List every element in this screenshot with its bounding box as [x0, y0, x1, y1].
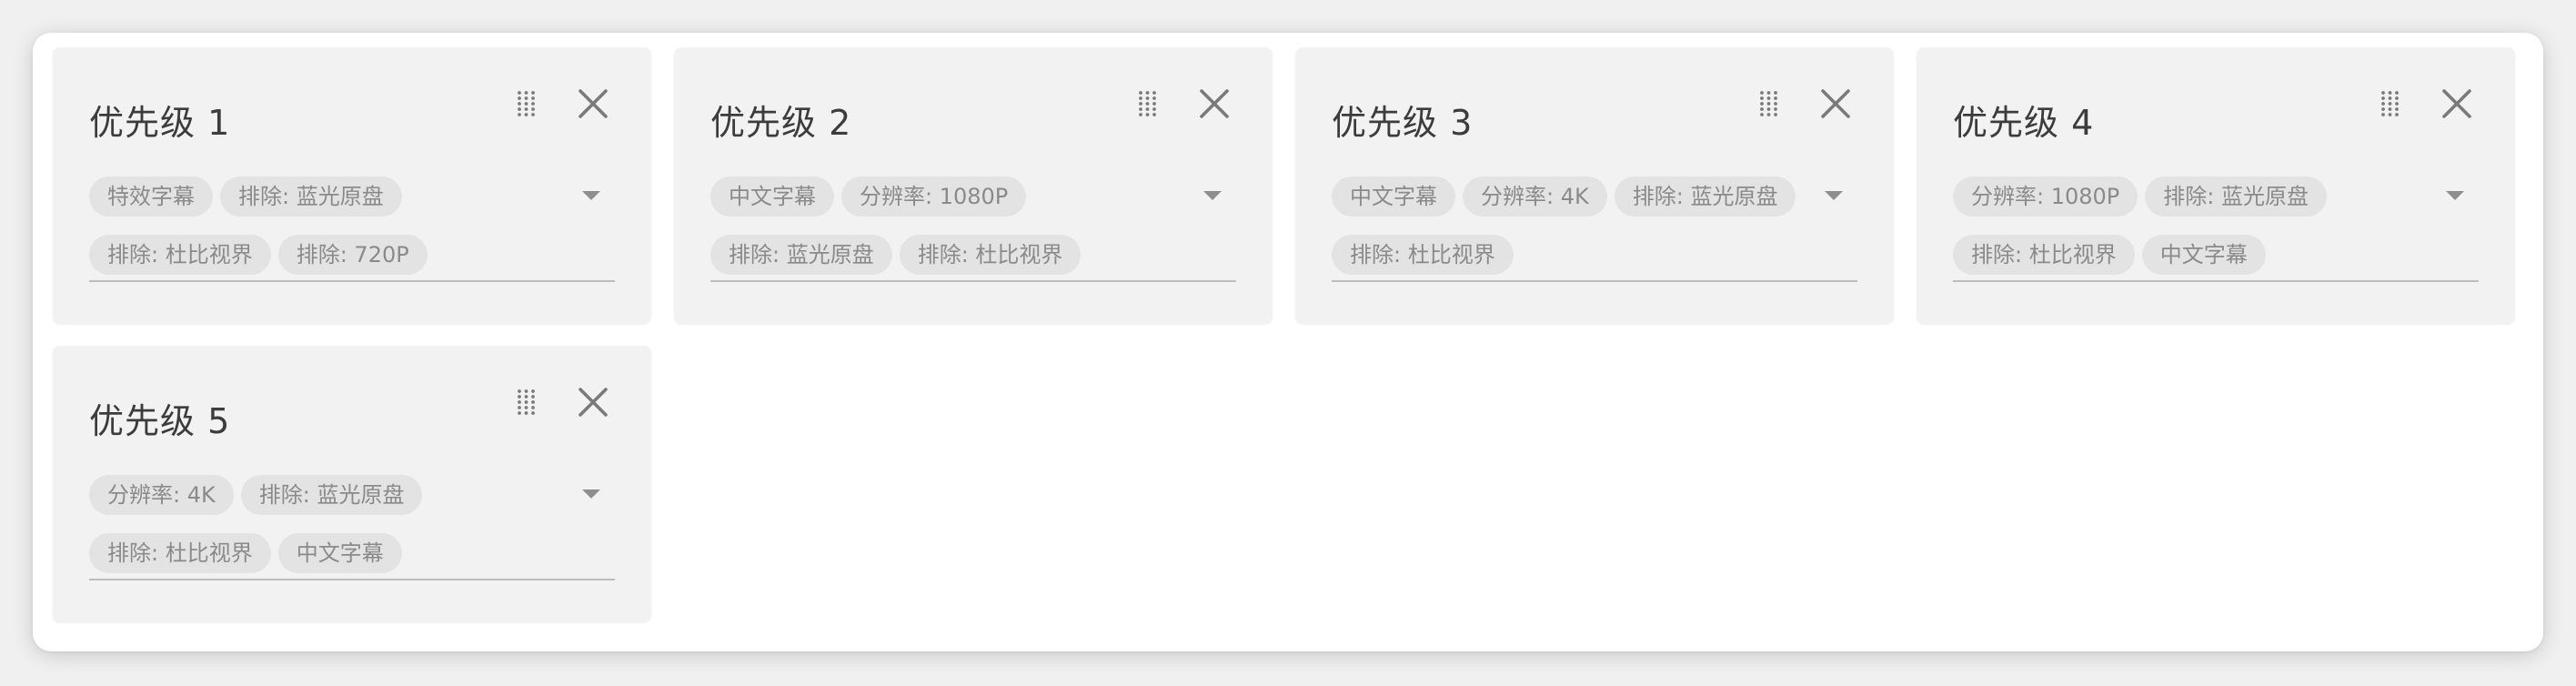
- tag-chip[interactable]: 分辨率: 4K: [89, 475, 234, 515]
- close-icon[interactable]: [1198, 87, 1231, 120]
- priority-card-4: 优先级 4 分辨率: 1080P 排除: 蓝光原盘 排除: 杜比视界 中文字幕: [1917, 47, 2515, 324]
- tag-chip[interactable]: 特效字幕: [89, 177, 213, 217]
- rule-select[interactable]: 中文字幕 分辨率: 1080P 排除: 蓝光原盘 排除: 杜比视界: [710, 177, 1236, 282]
- drag-handle-icon[interactable]: [516, 388, 538, 416]
- dropdown-arrow-icon[interactable]: [582, 489, 600, 499]
- dropdown-arrow-icon[interactable]: [1825, 191, 1843, 200]
- tag-chip[interactable]: 排除: 杜比视界: [1332, 235, 1514, 275]
- priority-card-3: 优先级 3 中文字幕 分辨率: 4K 排除: 蓝光原盘 排除: 杜比视界: [1295, 47, 1894, 324]
- priority-card-grid: 优先级 1 特效字幕 排除: 蓝光原盘 排除: 杜比视界 排除: 720P 优先…: [53, 47, 2515, 622]
- tag-chip[interactable]: 分辨率: 4K: [1463, 177, 1607, 217]
- tag-list: 中文字幕 分辨率: 1080P 排除: 蓝光原盘 排除: 杜比视界: [710, 177, 1183, 275]
- tag-list: 特效字幕 排除: 蓝光原盘 排除: 杜比视界 排除: 720P: [89, 177, 562, 275]
- close-icon[interactable]: [2440, 87, 2473, 120]
- dropdown-arrow-icon[interactable]: [1203, 191, 1222, 200]
- card-title: 优先级 1: [89, 103, 231, 143]
- tag-chip[interactable]: 排除: 蓝光原盘: [2145, 177, 2327, 217]
- tag-chip[interactable]: 中文字幕: [1332, 177, 1455, 217]
- tag-list: 中文字幕 分辨率: 4K 排除: 蓝光原盘 排除: 杜比视界: [1332, 177, 1805, 275]
- tag-chip[interactable]: 排除: 杜比视界: [899, 235, 1082, 275]
- tag-list: 分辨率: 4K 排除: 蓝光原盘 排除: 杜比视界 中文字幕: [89, 475, 562, 573]
- priority-card-5: 优先级 5 分辨率: 4K 排除: 蓝光原盘 排除: 杜比视界 中文字幕: [53, 346, 651, 622]
- tag-chip[interactable]: 分辨率: 1080P: [841, 177, 1027, 217]
- tag-chip[interactable]: 排除: 杜比视界: [89, 235, 271, 275]
- tag-chip[interactable]: 中文字幕: [710, 177, 834, 217]
- card-title: 优先级 3: [1332, 103, 1474, 143]
- priority-card-2: 优先级 2 中文字幕 分辨率: 1080P 排除: 蓝光原盘 排除: 杜比视界: [674, 47, 1273, 324]
- rule-select[interactable]: 分辨率: 1080P 排除: 蓝光原盘 排除: 杜比视界 中文字幕: [1953, 177, 2479, 282]
- priority-rules-panel: 优先级 1 特效字幕 排除: 蓝光原盘 排除: 杜比视界 排除: 720P 优先…: [33, 33, 2543, 651]
- drag-handle-icon[interactable]: [516, 90, 538, 117]
- card-title: 优先级 2: [710, 103, 852, 143]
- drag-handle-icon[interactable]: [1758, 90, 1780, 117]
- tag-chip[interactable]: 排除: 蓝光原盘: [1614, 177, 1796, 217]
- rule-select[interactable]: 特效字幕 排除: 蓝光原盘 排除: 杜比视界 排除: 720P: [89, 177, 615, 282]
- dropdown-arrow-icon[interactable]: [2446, 191, 2464, 200]
- tag-chip[interactable]: 排除: 蓝光原盘: [240, 475, 423, 515]
- tag-chip[interactable]: 排除: 蓝光原盘: [710, 235, 892, 275]
- tag-chip[interactable]: 排除: 720P: [277, 235, 428, 275]
- card-title: 优先级 5: [89, 401, 231, 441]
- tag-chip[interactable]: 中文字幕: [277, 533, 402, 573]
- dropdown-arrow-icon[interactable]: [582, 191, 600, 200]
- close-icon[interactable]: [577, 386, 609, 419]
- close-icon[interactable]: [1819, 87, 1852, 120]
- priority-card-1: 优先级 1 特效字幕 排除: 蓝光原盘 排除: 杜比视界 排除: 720P: [53, 47, 651, 324]
- tag-chip[interactable]: 中文字幕: [2141, 235, 2266, 275]
- rule-select[interactable]: 分辨率: 4K 排除: 蓝光原盘 排除: 杜比视界 中文字幕: [89, 475, 615, 580]
- tag-list: 分辨率: 1080P 排除: 蓝光原盘 排除: 杜比视界 中文字幕: [1953, 177, 2426, 275]
- close-icon[interactable]: [577, 87, 609, 120]
- tag-chip[interactable]: 排除: 蓝光原盘: [220, 177, 402, 217]
- drag-handle-icon[interactable]: [1137, 90, 1159, 117]
- tag-chip[interactable]: 排除: 杜比视界: [89, 533, 271, 573]
- rule-select[interactable]: 中文字幕 分辨率: 4K 排除: 蓝光原盘 排除: 杜比视界: [1332, 177, 1857, 282]
- card-title: 优先级 4: [1953, 103, 2095, 143]
- drag-handle-icon[interactable]: [2380, 90, 2401, 117]
- tag-chip[interactable]: 分辨率: 1080P: [1953, 177, 2138, 217]
- tag-chip[interactable]: 排除: 杜比视界: [1953, 235, 2135, 275]
